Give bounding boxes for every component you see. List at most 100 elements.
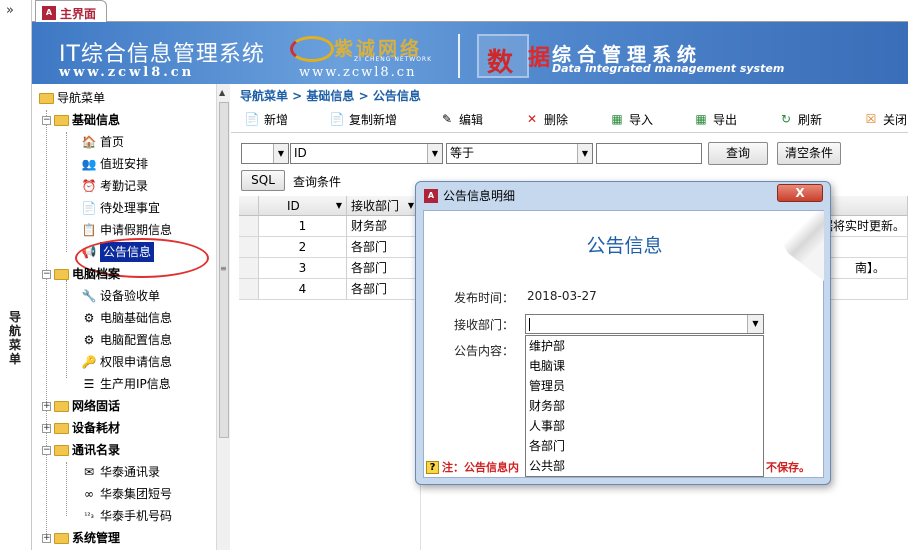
folder-open-icon — [54, 444, 69, 456]
dept-option[interactable]: 公共部 — [526, 456, 763, 476]
tree-item-permission[interactable]: 🔑 权限申请信息 — [81, 352, 173, 372]
tree-group-network[interactable]: + 网络固话 — [42, 396, 120, 416]
filter-value-input[interactable] — [596, 143, 702, 164]
column-header-id[interactable]: ID ▼ — [259, 196, 347, 216]
logic-select[interactable]: ▼ — [241, 143, 289, 164]
close-label: 关闭 — [883, 112, 908, 127]
tree-group-pc-archive[interactable]: − 电脑档案 — [42, 264, 120, 284]
nav-pane-strip[interactable]: » 导航菜单 — [0, 0, 32, 550]
tab-main[interactable]: A 主界面 — [35, 0, 107, 22]
tree-item-pending[interactable]: 📄 待处理事宜 — [81, 198, 161, 218]
new-label: 新增 — [264, 112, 289, 127]
tree-group-system[interactable]: + 系统管理 — [42, 528, 120, 548]
dropdown-arrow-icon[interactable]: ▼ — [427, 144, 442, 163]
sql-button[interactable]: SQL — [241, 170, 285, 191]
expand-icon[interactable]: + — [42, 533, 51, 543]
row-selector[interactable] — [239, 258, 259, 279]
tree-item-attendance[interactable]: ⏰ 考勤记录 — [81, 176, 149, 196]
table-row[interactable]: 1 — [259, 216, 347, 237]
close-button[interactable]: ☒ 关闭 — [863, 109, 907, 129]
tree-item-label: 值班安排 — [100, 157, 149, 171]
tree-item-label: 电脑基础信息 — [100, 311, 173, 325]
dept-option[interactable]: 维护部 — [526, 336, 763, 356]
expand-chevron-icon[interactable]: » — [6, 3, 14, 18]
export-icon: ▦ — [695, 112, 707, 126]
receiving-dept-combo[interactable]: ▼ — [525, 314, 764, 334]
pc-info-icon: ⚙ — [83, 311, 95, 325]
row-selector[interactable] — [239, 216, 259, 237]
tree-root[interactable]: 导航菜单 — [39, 88, 105, 108]
collapse-icon[interactable]: − — [42, 269, 51, 279]
folder-open-icon — [54, 114, 69, 126]
table-cell-dept[interactable]: 各部门 — [347, 237, 417, 258]
dialog-note: ? 注：公告信息内 — [426, 459, 519, 475]
collapse-icon[interactable]: − — [42, 115, 51, 125]
numbers-icon: ¹²₃ — [84, 511, 94, 520]
tree-item-pc-config[interactable]: ⚙ 电脑配置信息 — [81, 330, 172, 350]
new-button[interactable]: 📄 新增 — [244, 109, 289, 129]
tree-item-contacts[interactable]: ✉ 华泰通讯录 — [81, 462, 160, 482]
column-header-dept[interactable]: 接收部门 ▼ — [347, 196, 417, 216]
tree-item-label: 华泰手机号码 — [100, 509, 173, 523]
dialog-titlebar[interactable]: A 公告信息明细 — [424, 187, 515, 204]
dropdown-arrow-icon[interactable]: ▼ — [747, 315, 763, 333]
scroll-up-icon[interactable]: ▲ — [219, 88, 225, 97]
tree-item-home[interactable]: 🏠 首页 — [81, 132, 125, 152]
dropdown-arrow-icon[interactable]: ▼ — [273, 144, 288, 163]
expand-icon[interactable]: + — [42, 401, 51, 411]
collapse-icon[interactable]: − — [42, 445, 51, 455]
dropdown-arrow-icon[interactable]: ▼ — [577, 144, 592, 163]
tree-item-mobile[interactable]: ¹²₃ 华泰手机号码 — [81, 506, 172, 526]
query-button[interactable]: 查询 — [708, 142, 768, 165]
delete-button[interactable]: ✕ 删除 — [524, 109, 568, 129]
tree-group-consumables[interactable]: + 设备耗材 — [42, 418, 120, 438]
tree-item-acceptance[interactable]: 🔧 设备验收单 — [81, 286, 161, 306]
tree-item-ip[interactable]: ☰ 生产用IP信息 — [81, 374, 171, 394]
table-row[interactable]: 2 — [259, 237, 347, 258]
dept-option[interactable]: 人事部 — [526, 416, 763, 436]
close-icon: ☒ — [865, 112, 877, 126]
row-selector[interactable] — [239, 237, 259, 258]
import-button[interactable]: ▦ 导入 — [609, 109, 653, 129]
banner-english: Data integrated management system — [552, 62, 785, 75]
table-cell-dept[interactable]: 财务部 — [347, 216, 417, 237]
dept-option[interactable]: 电脑课 — [526, 356, 763, 376]
table-cell-dept[interactable]: 各部门 — [347, 279, 417, 300]
dept-option[interactable]: 各部门 — [526, 436, 763, 456]
folder-open-icon — [54, 268, 69, 280]
tree-item-duty[interactable]: 👥 值班安排 — [81, 154, 149, 174]
copy-icon: 📄 — [329, 112, 345, 126]
banner-title: IT综合信息管理系统 — [59, 42, 265, 67]
table-row[interactable]: 4 — [259, 279, 347, 300]
dialog-close-button[interactable]: X — [777, 184, 823, 202]
sort-arrow-icon[interactable]: ▼ — [336, 196, 342, 216]
copy-new-button[interactable]: 📄 复制新增 — [329, 109, 398, 129]
company-sub: ZI CHENG NETWORK — [354, 56, 433, 63]
export-button[interactable]: ▦ 导出 — [693, 109, 737, 129]
expand-icon[interactable]: + — [42, 423, 51, 433]
row-selector[interactable] — [239, 279, 259, 300]
sidebar-scrollbar[interactable]: ▲ ≡ — [216, 84, 230, 550]
dialog-title: 公告信息明细 — [443, 189, 516, 203]
dept-option[interactable]: 财务部 — [526, 396, 763, 416]
table-cell-dept[interactable]: 各部门 — [347, 258, 417, 279]
row-selector-header[interactable] — [239, 196, 259, 216]
dialog-body: 公告信息 发布时间： 2018-03-27 接收部门： ▼ 公告内容： 维护部 … — [423, 210, 824, 478]
tree-group-directory[interactable]: − 通讯名录 — [42, 440, 120, 460]
edit-button[interactable]: ✎ 编辑 — [439, 109, 483, 129]
tree-item-leave[interactable]: 📋 申请假期信息 — [81, 220, 173, 240]
field-select[interactable]: ID ▼ — [290, 143, 443, 164]
tree-group-basic-info[interactable]: − 基础信息 — [42, 110, 120, 130]
list-icon: ☰ — [83, 377, 95, 391]
tree-item-label: 华泰集团短号 — [100, 487, 173, 501]
sort-arrow-icon[interactable]: ▼ — [408, 196, 414, 216]
tree-item-pc-basic[interactable]: ⚙ 电脑基础信息 — [81, 308, 172, 328]
table-row[interactable]: 3 — [259, 258, 347, 279]
tree-item-label: 设备验收单 — [100, 289, 161, 303]
refresh-label: 刷新 — [798, 112, 823, 127]
refresh-button[interactable]: ↻ 刷新 — [778, 109, 822, 129]
tree-item-short-numbers[interactable]: ∞ 华泰集团短号 — [81, 484, 172, 504]
dept-option[interactable]: 管理员 — [526, 376, 763, 396]
clear-filter-button[interactable]: 清空条件 — [777, 142, 841, 165]
operator-select[interactable]: 等于 ▼ — [446, 143, 593, 164]
